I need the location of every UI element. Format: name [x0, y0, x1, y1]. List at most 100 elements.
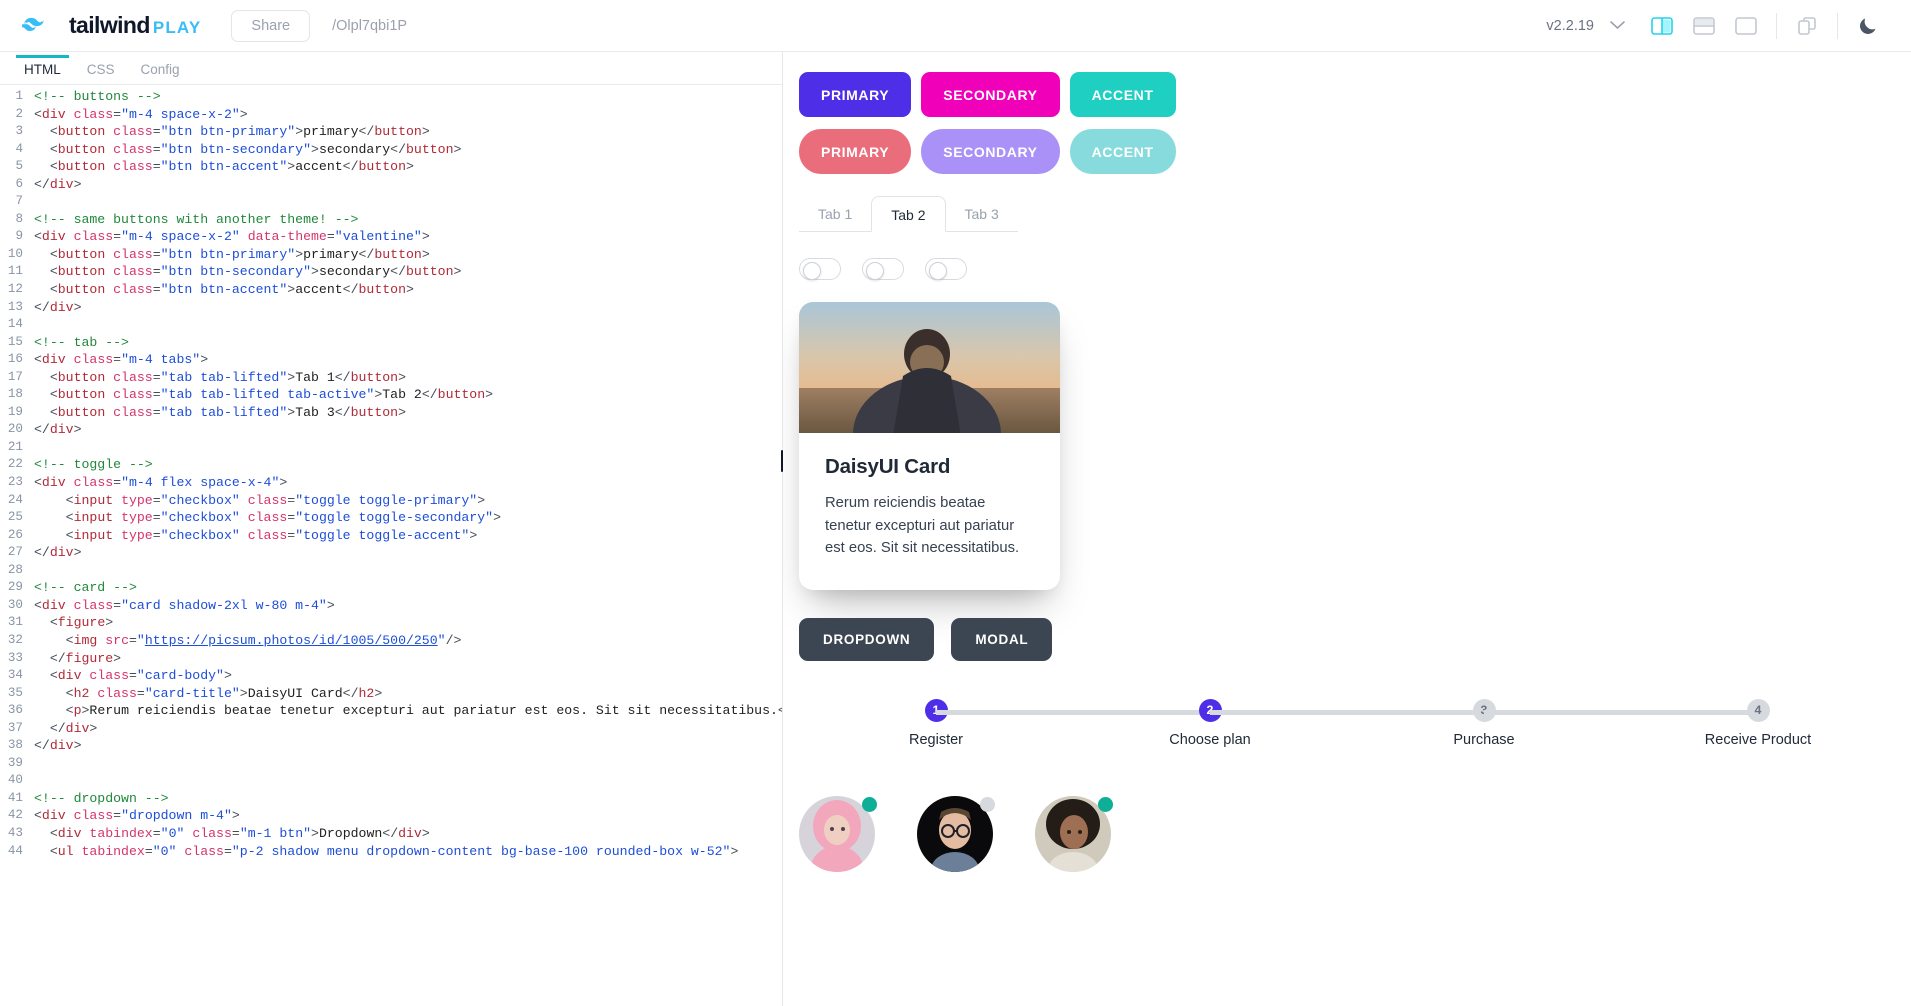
line-content: <img src="https://picsum.photos/id/1005/…	[34, 632, 462, 648]
line-number: 12	[7, 282, 23, 297]
brand-name: tailwind	[69, 12, 150, 38]
line-number: 19	[7, 404, 23, 419]
step-3[interactable]: 3 Purchase	[1210, 698, 1621, 748]
layout-split-vertical-icon	[1651, 16, 1673, 35]
code-line: 7	[0, 193, 782, 211]
line-content: <button class="btn btn-primary">primary<…	[34, 124, 430, 140]
line-number: 43	[7, 825, 23, 840]
tab-html[interactable]: HTML	[11, 52, 74, 84]
step-2[interactable]: 2 Choose plan	[936, 698, 1347, 748]
line-number: 24	[7, 492, 23, 507]
layout-preview-only-button[interactable]	[1725, 6, 1767, 46]
line-number: 44	[7, 843, 23, 858]
line-content: <button class="tab tab-lifted">Tab 3</bu…	[34, 404, 406, 420]
dropdown-button[interactable]: DROPDOWN	[799, 617, 935, 661]
line-number: 26	[7, 527, 23, 542]
code-line: 25 <input type="checkbox" class="toggle …	[0, 509, 782, 527]
code-line: 6 </div>	[0, 176, 782, 194]
line-content: <button class="btn btn-accent">accent</b…	[34, 159, 414, 175]
pane-resize-handle[interactable]	[778, 444, 786, 478]
avatar-curly-hair[interactable]	[1035, 795, 1113, 872]
btn-secondary[interactable]: SECONDARY	[921, 72, 1060, 117]
line-content: </div>	[34, 545, 82, 561]
code-line: 23 <div class="m-4 flex space-x-4">	[0, 474, 782, 492]
line-content: <figure>	[34, 615, 114, 631]
btn-valentine-secondary[interactable]: SECONDARY	[921, 129, 1060, 174]
avatar-glasses[interactable]	[917, 795, 995, 872]
line-content: <div class="dropdown m-4">	[34, 808, 240, 824]
modal-button[interactable]: MODAL	[951, 617, 1053, 661]
step-label: Purchase	[1453, 731, 1515, 748]
code-line: 5 <button class="btn btn-accent">accent<…	[0, 158, 782, 176]
toggle-secondary[interactable]	[862, 258, 904, 280]
step-1[interactable]: 1 Register	[799, 698, 1073, 748]
code-line: 34 <div class="card-body">	[0, 667, 782, 685]
code-line: 43 <div tabindex="0" class="m-1 btn">Dro…	[0, 825, 782, 843]
line-content: <!-- toggle -->	[34, 457, 153, 473]
line-content: <!-- card -->	[34, 580, 137, 596]
line-content: </figure>	[34, 650, 122, 666]
card-body: DaisyUI Card Rerum reiciendis beatae ten…	[799, 433, 1060, 590]
line-number: 21	[7, 439, 23, 454]
line-number: 4	[15, 141, 23, 156]
line-number: 16	[7, 352, 23, 367]
code-line: 21	[0, 439, 782, 457]
preview-tab-tab-1[interactable]: Tab 1	[799, 196, 872, 232]
open-new-window-button[interactable]	[1786, 6, 1828, 46]
line-content: <button class="btn btn-primary">primary<…	[34, 246, 430, 262]
line-content: <input type="checkbox" class="toggle tog…	[34, 492, 486, 508]
line-content: <div tabindex="0" class="m-1 btn">Dropdo…	[34, 825, 430, 841]
tab-css[interactable]: CSS	[74, 52, 128, 84]
toggle-accent[interactable]	[925, 258, 967, 280]
code-line: 38 </div>	[0, 737, 782, 755]
btn-primary[interactable]: PRIMARY	[799, 72, 912, 117]
btn-valentine-accent[interactable]: ACCENT	[1069, 129, 1176, 174]
code-line: 30 <div class="card shadow-2xl w-80 m-4">	[0, 597, 782, 615]
layout-split-vertical-button[interactable]	[1641, 6, 1683, 46]
btn-valentine-primary[interactable]: PRIMARY	[799, 129, 912, 174]
line-number: 23	[7, 475, 23, 490]
step-4[interactable]: 4 Receive Product	[1484, 698, 1895, 748]
preview-tab-group: Tab 1 Tab 2 Tab 3	[799, 196, 1911, 232]
line-number: 38	[7, 738, 23, 753]
line-number: 6	[15, 176, 23, 191]
line-content: <div class="m-4 space-x-2">	[34, 106, 248, 122]
code-line: 4 <button class="btn btn-secondary">seco…	[0, 141, 782, 159]
line-number: 9	[15, 229, 23, 244]
share-button[interactable]: Share	[231, 9, 311, 42]
line-number: 30	[7, 597, 23, 612]
line-content: </div>	[34, 720, 98, 736]
tab-config[interactable]: Config	[128, 52, 193, 84]
toggle-primary[interactable]	[799, 258, 841, 280]
line-content: <button class="tab tab-lifted">Tab 1</bu…	[34, 369, 406, 385]
editor-pane: HTML CSS Config 1 <!-- buttons --> 2 <div c…	[0, 52, 783, 1006]
line-content: <button class="btn btn-accent">accent</b…	[34, 282, 414, 298]
preview-tab-tab-2[interactable]: Tab 2	[871, 196, 946, 232]
code-line: 20 </div>	[0, 421, 782, 439]
dark-mode-toggle-button[interactable]	[1847, 6, 1889, 46]
line-number: 15	[7, 334, 23, 349]
version-dropdown-button[interactable]	[1602, 15, 1641, 36]
line-number: 35	[7, 685, 23, 700]
button-row-default-theme: PRIMARY SECONDARY ACCENT	[799, 68, 1911, 117]
code-editor[interactable]: 1 <!-- buttons --> 2 <div class="m-4 space-…	[0, 85, 782, 1006]
code-line: 13 </div>	[0, 299, 782, 317]
layout-split-horizontal-button[interactable]	[1683, 6, 1725, 46]
line-number: 39	[7, 755, 23, 770]
line-number: 29	[7, 580, 23, 595]
line-number: 34	[7, 668, 23, 683]
main-split: HTML CSS Config 1 <!-- buttons --> 2 <div c…	[0, 52, 1911, 1006]
preview-tab-tab-3[interactable]: Tab 3	[945, 196, 1018, 232]
top-bar: tailwind PLAY Share /Olpl7qbi1P v2.2.19	[0, 0, 1911, 52]
code-line: 42 <div class="dropdown m-4">	[0, 807, 782, 825]
avatar-pink-hair[interactable]	[799, 795, 877, 872]
dark-button-row: DROPDOWN MODAL	[799, 617, 1911, 661]
code-line: 11 <button class="btn btn-secondary">sec…	[0, 263, 782, 281]
tailwind-logo-icon	[22, 17, 44, 31]
line-number: 8	[15, 211, 23, 226]
toggle-group	[799, 258, 1911, 280]
line-number: 22	[7, 457, 23, 472]
card-image	[799, 302, 1060, 492]
line-content: <ul tabindex="0" class="p-2 shadow menu …	[34, 843, 739, 859]
btn-accent[interactable]: ACCENT	[1069, 72, 1176, 117]
